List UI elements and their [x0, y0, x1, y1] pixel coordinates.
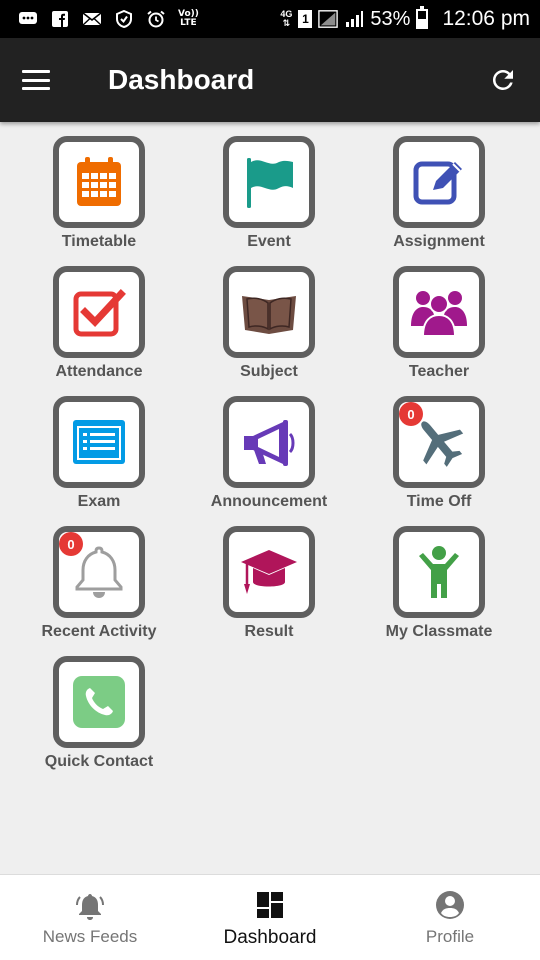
- tile-label: Attendance: [55, 363, 143, 380]
- alarm-icon: [146, 10, 166, 28]
- battery-icon: [416, 6, 429, 29]
- refresh-icon[interactable]: [488, 65, 518, 95]
- nav-label: Dashboard: [223, 927, 317, 948]
- tile-label: Exam: [77, 493, 121, 510]
- phone-icon: [73, 676, 125, 728]
- bottom-navigation: News Feeds Dashboard Profile: [0, 874, 540, 960]
- app-bar: Dashboard: [0, 38, 540, 122]
- tile-attendance[interactable]: Attendance: [14, 252, 184, 382]
- nav-dashboard[interactable]: Dashboard: [180, 875, 360, 960]
- tile-label: Quick Contact: [44, 753, 154, 770]
- dashboard-grid: Timetable Event Assignment Attendance Su…: [0, 122, 540, 874]
- tile-teacher[interactable]: Teacher: [354, 252, 524, 382]
- mail-icon: [82, 10, 102, 28]
- bell-icon: [76, 894, 104, 920]
- checkbox-icon: [73, 289, 126, 337]
- list-icon: [73, 420, 125, 464]
- tile-exam[interactable]: Exam: [14, 382, 184, 512]
- tile-my-classmate[interactable]: My Classmate: [354, 512, 524, 642]
- network-type: 4G ⇅: [280, 9, 293, 28]
- nav-label: Profile: [425, 927, 475, 946]
- tile-announcement[interactable]: Announcement: [184, 382, 354, 512]
- tile-label: My Classmate: [385, 623, 493, 640]
- tile-label: Teacher: [408, 363, 470, 380]
- page-title: Dashboard: [108, 64, 255, 95]
- notification-icons: Vo)) LTE: [18, 10, 280, 28]
- signal-bars-icon: [344, 10, 364, 28]
- book-icon: [242, 296, 296, 334]
- tile-timetable[interactable]: Timetable: [14, 122, 184, 252]
- people-icon: [411, 291, 467, 337]
- tile-label: Timetable: [61, 233, 137, 250]
- person-icon: [419, 546, 459, 598]
- tile-label: Subject: [240, 363, 298, 380]
- tile-label: Announcement: [210, 493, 328, 510]
- facebook-icon: [50, 10, 70, 28]
- menu-icon[interactable]: [22, 70, 50, 90]
- tile-label: Result: [244, 623, 294, 640]
- tile-event[interactable]: Event: [184, 122, 354, 252]
- megaphone-icon: [244, 420, 295, 466]
- tile-assignment[interactable]: Assignment: [354, 122, 524, 252]
- tile-label: Assignment: [393, 233, 485, 250]
- tile-subject[interactable]: Subject: [184, 252, 354, 382]
- tile-label: Recent Activity: [41, 623, 157, 640]
- graduation-cap-icon: [241, 550, 297, 594]
- tile-result[interactable]: Result: [184, 512, 354, 642]
- message-icon: [18, 10, 38, 28]
- nav-profile[interactable]: Profile: [360, 875, 540, 960]
- volte-indicator: Vo)) LTE: [178, 9, 199, 28]
- account-circle-icon: [436, 891, 464, 919]
- battery-percent: 53%: [370, 7, 411, 30]
- tile-label: Event: [247, 233, 291, 250]
- flag-icon: [247, 158, 293, 208]
- notification-badge: 0: [59, 532, 83, 556]
- tile-label: Time Off: [406, 493, 472, 510]
- nav-news-feeds[interactable]: News Feeds: [0, 875, 180, 960]
- clock: 12:06 pm: [442, 7, 530, 30]
- sim-indicator: 1: [298, 10, 313, 28]
- edit-icon: [413, 161, 462, 205]
- tile-recent-activity[interactable]: 0 Recent Activity: [14, 512, 184, 642]
- notification-badge: 0: [399, 402, 423, 426]
- dashboard-icon: [257, 892, 283, 918]
- signal-icon: [318, 10, 339, 28]
- nav-label: News Feeds: [42, 927, 138, 946]
- tile-time-off[interactable]: 0 Time Off: [354, 382, 524, 512]
- calendar-icon: [77, 157, 121, 206]
- shield-icon: [114, 10, 134, 28]
- status-bar: Vo)) LTE 4G ⇅ 1 53% 12:06 pm: [0, 0, 540, 38]
- tile-quick-contact[interactable]: Quick Contact: [14, 642, 184, 772]
